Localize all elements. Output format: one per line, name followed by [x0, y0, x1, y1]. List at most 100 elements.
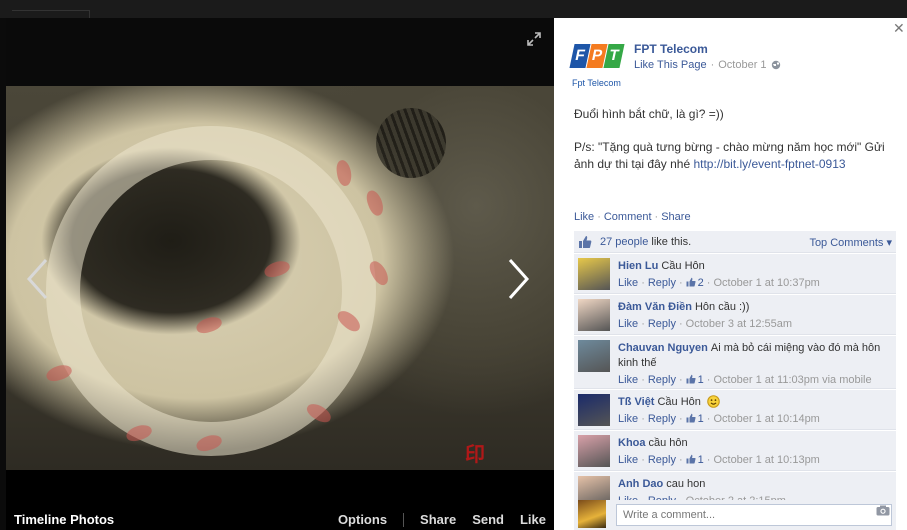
share-button[interactable]: Share [420, 512, 456, 527]
like-button[interactable]: Like [520, 512, 546, 527]
red-stamp-mark: 印 [465, 442, 485, 466]
comment-like-link[interactable]: Like [618, 454, 638, 466]
comment-like-link[interactable]: Like [618, 413, 638, 425]
post-meta: Like This Page · October 1 [634, 59, 781, 71]
comment-body: Hien Lu Cầu Hôn Like · Reply · 2 · October 1 at… [618, 254, 896, 295]
avatar[interactable] [578, 340, 610, 372]
comment-time[interactable]: October 1 at 10:14pm [713, 413, 819, 425]
comment-text: cau hon [666, 478, 706, 490]
comment-author[interactable]: Đàm Văn Điền [618, 301, 692, 313]
thumbs-up-icon [686, 374, 696, 384]
separator-dot: · [678, 413, 683, 425]
comment-like-link[interactable]: Like [618, 277, 638, 289]
separator-dot: · [597, 211, 601, 223]
separator-dot: · [641, 454, 645, 466]
comment-item: Hien Lu Cầu Hôn Like · Reply · 2 · October 1 at… [574, 254, 896, 294]
thumbs-up-icon [686, 454, 696, 464]
avatar[interactable] [578, 258, 610, 290]
comment-body: Khoa cầu hôn Like · Reply · 1 · October 1 at 10… [618, 431, 896, 472]
options-button[interactable]: Options [338, 512, 387, 527]
logo-caption: Fpt Telecom [572, 78, 621, 88]
comment-author[interactable]: Hien Lu [618, 260, 658, 272]
public-globe-icon[interactable] [771, 60, 781, 70]
comment-body: Tß Việt Cầu Hôn Like · Reply · 1 · October 1 at… [618, 390, 896, 431]
comment-text: cầu hôn [648, 437, 688, 449]
comment-meta: Like · Reply · 1 · October 1 at 11:03pm via mo… [618, 373, 888, 388]
comment-author[interactable]: Khoa [618, 437, 646, 449]
comment-time[interactable]: October 1 at 10:37pm [713, 277, 819, 289]
separator-dot: · [641, 277, 645, 289]
comment-like-count[interactable]: 1 [686, 413, 704, 425]
comment-text: Cầu Hôn [661, 260, 705, 272]
comment-like-number: 2 [697, 277, 704, 289]
photo-viewer: 印 Timeline Photos Options Share Send Lik… [6, 18, 554, 530]
comment-reply-link[interactable]: Reply [648, 277, 676, 289]
next-photo-arrow-icon[interactable] [502, 254, 536, 304]
write-comment-box: Write a comment... [574, 500, 896, 530]
comment-time[interactable]: October 3 at 12:55am [686, 318, 792, 330]
comment-body: Đàm Văn Điền Hôn cầu :)) Like · Reply · Octob… [618, 295, 896, 336]
comment-reply-link[interactable]: Reply [648, 413, 676, 425]
page-avatar-logo[interactable]: F P T Fpt Telecom [569, 44, 625, 94]
avatar[interactable] [578, 394, 610, 426]
post-comment-link[interactable]: Comment [604, 211, 652, 223]
separator-dot: · [654, 211, 659, 223]
comment-author[interactable]: Tß Việt [618, 396, 654, 408]
avatar[interactable] [578, 435, 610, 467]
fullscreen-expand-icon[interactable] [526, 31, 542, 47]
logo-tile: T [603, 44, 625, 68]
comment-like-count[interactable]: 1 [686, 374, 704, 386]
album-title[interactable]: Timeline Photos [14, 512, 114, 527]
comment-item: Tß Việt Cầu Hôn Like · Reply · 1 · October 1 at… [574, 390, 896, 430]
close-icon[interactable]: ✕ [893, 21, 905, 35]
photo-actions: Options Share Send Like [322, 512, 546, 527]
lipstick-mark [363, 188, 387, 218]
logo-letters: F P T [569, 44, 625, 68]
top-comments-dropdown[interactable]: Top Comments ▾ [809, 236, 892, 249]
comment-like-count[interactable]: 1 [686, 454, 704, 466]
comment-reply-link[interactable]: Reply [648, 374, 676, 386]
comment-author[interactable]: Anh Dao [618, 478, 663, 490]
comment-reply-link[interactable]: Reply [648, 454, 676, 466]
comment-reply-link[interactable]: Reply [648, 318, 676, 330]
like-page-link[interactable]: Like This Page [634, 59, 707, 71]
previous-photo-arrow-icon[interactable] [20, 254, 54, 304]
comment-body: Chauvan Nguyen Ai mà bỏ cái miệng vào đó … [618, 336, 896, 392]
comment-meta: Like · Reply · 2 · October 1 at 10:37pm [618, 276, 888, 291]
comment-time[interactable]: October 1 at 11:03pm via mobile [713, 374, 871, 386]
viewer-top-area [6, 18, 554, 86]
comment-meta: Like · Reply · October 3 at 12:55am [618, 317, 888, 332]
backdrop-divider [12, 10, 90, 18]
separator-dot: · [678, 277, 683, 289]
drain-grate [376, 108, 446, 178]
avatar[interactable] [578, 299, 610, 331]
photo-image[interactable]: 印 [6, 86, 554, 470]
comment-like-link[interactable]: Like [618, 374, 638, 386]
post-date[interactable]: October 1 [718, 59, 766, 71]
separator-dot: · [678, 318, 683, 330]
separator-dot: · [678, 454, 683, 466]
page-name-link[interactable]: FPT Telecom [634, 42, 708, 56]
send-button[interactable]: Send [472, 512, 504, 527]
event-link[interactable]: http://bit.ly/event-fptnet-0913 [693, 157, 845, 171]
post-like-link[interactable]: Like [574, 211, 594, 223]
comment-text: Hôn cầu :)) [694, 301, 750, 313]
comment-time[interactable]: October 1 at 10:13pm [713, 454, 819, 466]
post-actions: Like · Comment · Share [574, 211, 691, 223]
camera-icon[interactable] [876, 505, 890, 516]
comment-item: Khoa cầu hôn Like · Reply · 1 · October 1 at 10… [574, 431, 896, 471]
divider [403, 513, 405, 527]
thumbs-up-icon [686, 413, 696, 423]
separator-dot: · [706, 277, 711, 289]
comment-input[interactable]: Write a comment... [616, 504, 892, 526]
comment-like-link[interactable]: Like [618, 318, 638, 330]
separator-dot: · [641, 413, 645, 425]
post-share-link[interactable]: Share [661, 211, 690, 223]
likes-summary: 27 people like this. Top Comments ▾ [574, 231, 896, 253]
thumbs-up-icon [579, 236, 592, 248]
page-backdrop [0, 0, 907, 18]
comment-like-count[interactable]: 2 [686, 277, 704, 289]
comment-author[interactable]: Chauvan Nguyen [618, 342, 708, 354]
toilet-rim [46, 126, 376, 456]
likes-people-link[interactable]: 27 people [600, 236, 648, 248]
